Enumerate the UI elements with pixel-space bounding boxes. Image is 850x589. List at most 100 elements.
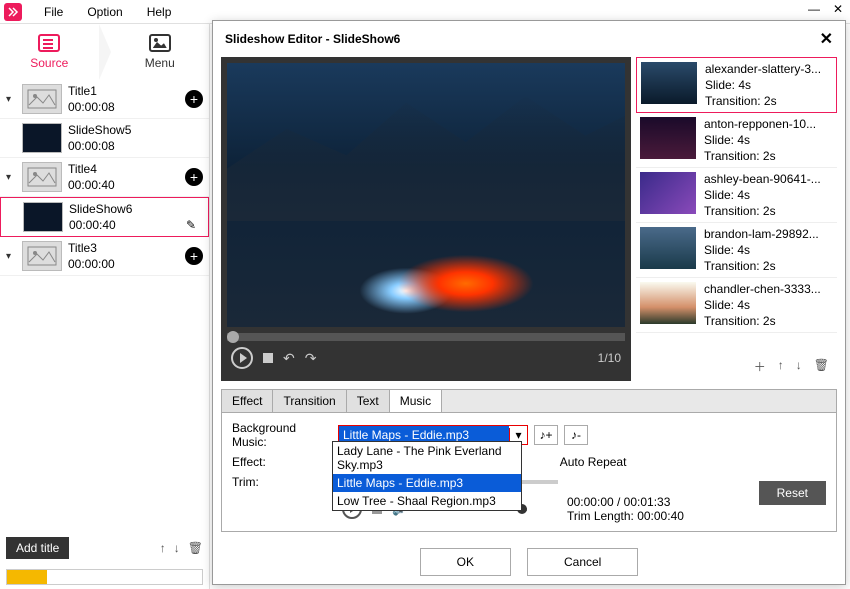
preview-scrubber[interactable] <box>227 333 625 341</box>
arrow-down-icon[interactable]: ↓ <box>174 541 180 555</box>
slide-row[interactable]: chandler-chen-3333... Slide: 4s Transition… <box>636 278 837 333</box>
slide-name: alexander-slattery-3... <box>705 62 821 76</box>
add-music-button[interactable]: ♪+ <box>534 425 558 445</box>
tab-effect[interactable]: Effect <box>222 390 273 412</box>
slide-thumb <box>641 62 697 104</box>
slide-duration: Slide: 4s <box>704 243 819 257</box>
trash-icon[interactable]: 🗑 <box>188 541 203 555</box>
slide-transition: Transition: 2s <box>704 204 821 218</box>
dropdown-item[interactable]: Lady Lane - The Pink Everland Sky.mp3 <box>333 442 521 474</box>
preview-column: ↶ ↷ 1/10 <box>221 57 631 381</box>
source-title: Title3 <box>68 241 179 255</box>
add-title-button[interactable]: Add title <box>6 537 69 559</box>
source-thumb <box>23 202 63 232</box>
bg-music-label: Background Music: <box>232 421 332 449</box>
source-item[interactable]: ▾ Title4 00:00:40 + <box>0 158 209 197</box>
dialog-title: Slideshow Editor - SlideShow6 <box>225 32 400 46</box>
slide-thumb <box>640 117 696 159</box>
slides-list[interactable]: alexander-slattery-3... Slide: 4s Transiti… <box>635 57 837 352</box>
add-icon[interactable]: + <box>185 90 203 108</box>
source-item[interactable]: SlideShow5 00:00:08 <box>0 119 209 158</box>
left-tabs: Source Menu <box>0 24 209 80</box>
menu-file[interactable]: File <box>32 5 75 19</box>
dropdown-item[interactable]: Little Maps - Eddie.mp3 <box>333 474 521 492</box>
add-slide-icon[interactable]: ＋ <box>754 358 766 375</box>
source-title: SlideShow5 <box>68 123 203 137</box>
slide-transition: Transition: 2s <box>704 314 821 328</box>
slide-row[interactable]: alexander-slattery-3... Slide: 4s Transiti… <box>636 57 837 113</box>
source-time: 00:00:40 <box>68 178 179 192</box>
slide-row[interactable]: brandon-lam-29892...Slide: 4sTransition:… <box>636 223 837 278</box>
slide-duration: Slide: 4s <box>704 298 821 312</box>
cancel-button[interactable]: Cancel <box>527 548 638 576</box>
timeline-bar[interactable] <box>6 569 203 585</box>
stop-button[interactable] <box>263 353 273 363</box>
source-time: 00:00:00 <box>68 257 179 271</box>
caret-icon[interactable]: ▾ <box>6 251 16 262</box>
slide-thumb <box>640 172 696 214</box>
slides-column: alexander-slattery-3... Slide: 4s Transiti… <box>635 57 837 381</box>
tab-transition[interactable]: Transition <box>273 390 346 412</box>
source-thumb <box>22 241 62 271</box>
slide-trash-icon[interactable]: 🗑 <box>814 358 829 375</box>
source-time: 00:00:40 <box>69 218 202 232</box>
source-item[interactable]: SlideShow6 00:00:40✎ <box>0 197 209 237</box>
bg-music-dropdown[interactable]: Lady Lane - The Pink Everland Sky.mp3Lit… <box>332 441 522 511</box>
dialog-buttons: OK Cancel <box>213 540 845 584</box>
close-icon[interactable]: ✕ <box>830 2 846 16</box>
preview-controls: ↶ ↷ 1/10 <box>227 341 625 375</box>
app-logo <box>4 3 22 21</box>
remove-music-button[interactable]: ♪- <box>564 425 588 445</box>
slide-duration: Slide: 4s <box>705 78 821 92</box>
edit-icon[interactable]: ✎ <box>186 218 200 232</box>
play-button[interactable] <box>231 347 253 369</box>
dropdown-item[interactable]: Low Tree - Shaal Region.mp3 <box>333 492 521 510</box>
caret-icon[interactable]: ▾ <box>6 94 16 105</box>
window-controls: — ✕ <box>806 2 846 16</box>
slide-name: chandler-chen-3333... <box>704 282 821 296</box>
add-icon[interactable]: + <box>185 168 203 186</box>
slide-row[interactable]: ashley-bean-90641-...Slide: 4sTransition… <box>636 168 837 223</box>
source-title: SlideShow6 <box>69 202 202 216</box>
source-item[interactable]: ▾ Title3 00:00:00 + <box>0 237 209 276</box>
tab-text[interactable]: Text <box>347 390 390 412</box>
slide-down-icon[interactable]: ↓ <box>796 358 802 375</box>
source-time: 00:00:08 <box>68 139 203 153</box>
caret-icon[interactable]: ▾ <box>6 172 16 183</box>
trim-length: Trim Length: 00:00:40 <box>567 509 684 523</box>
slide-row[interactable]: anton-repponen-10...Slide: 4sTransition:… <box>636 113 837 168</box>
source-thumb <box>22 162 62 192</box>
tab-menu[interactable]: Menu <box>111 24 210 80</box>
trim-time: 00:00:00 / 00:01:33 <box>567 495 684 509</box>
source-item[interactable]: ▾ Title1 00:00:08 + <box>0 80 209 119</box>
dialog-close-icon[interactable]: ✕ <box>820 29 833 49</box>
minimize-icon[interactable]: — <box>806 2 822 16</box>
menu-help[interactable]: Help <box>135 5 184 19</box>
rotate-left-icon[interactable]: ↶ <box>283 350 295 367</box>
slide-thumb <box>640 282 696 324</box>
slide-duration: Slide: 4s <box>704 133 816 147</box>
slide-name: brandon-lam-29892... <box>704 227 819 241</box>
menu-icon <box>149 34 171 52</box>
tab-menu-label: Menu <box>145 56 175 70</box>
reset-button[interactable]: Reset <box>759 481 826 505</box>
rotate-right-icon[interactable]: ↷ <box>305 350 317 367</box>
preview-image <box>227 63 625 327</box>
left-footer: Add title ↑ ↓ 🗑 <box>0 531 209 565</box>
add-icon[interactable]: + <box>185 247 203 265</box>
source-time: 00:00:08 <box>68 100 179 114</box>
chevron-down-icon[interactable]: ▾ <box>509 428 527 442</box>
tab-music[interactable]: Music <box>390 390 442 412</box>
slide-duration: Slide: 4s <box>704 188 821 202</box>
source-title: Title1 <box>68 84 179 98</box>
source-title: Title4 <box>68 162 179 176</box>
menu-option[interactable]: Option <box>75 5 134 19</box>
tab-source[interactable]: Source <box>0 24 99 80</box>
ok-button[interactable]: OK <box>420 548 511 576</box>
slide-up-icon[interactable]: ↑ <box>778 358 784 375</box>
slide-transition: Transition: 2s <box>705 94 821 108</box>
arrow-up-icon[interactable]: ↑ <box>160 541 166 555</box>
source-list: ▾ Title1 00:00:08 + SlideShow5 00:00:08 ▾ Title… <box>0 80 209 531</box>
slideshow-editor-dialog: Slideshow Editor - SlideShow6 ✕ ↶ ↷ 1/10… <box>212 20 846 585</box>
tab-source-label: Source <box>30 56 68 70</box>
